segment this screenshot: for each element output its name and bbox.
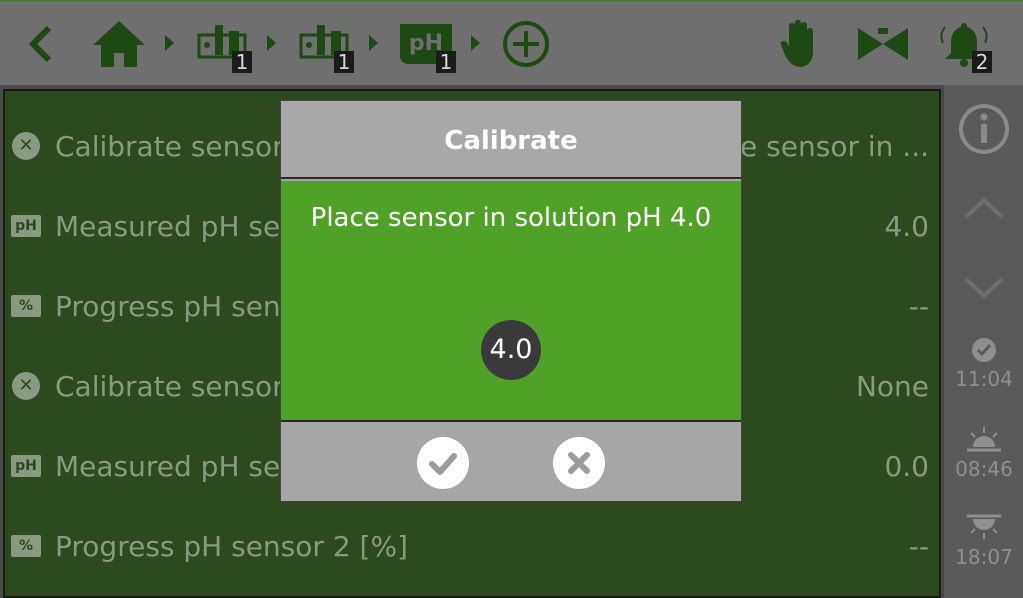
row-label: Calibrate sensor [55,369,284,403]
back-button[interactable] [18,1,62,86]
x-circle-icon-glyph: ✕ [12,132,40,160]
confirm-button[interactable] [417,437,469,489]
home-button[interactable] [88,1,150,86]
list-item[interactable]: % Progress pH sensor 2 [%] -- [5,506,939,586]
row-value: -- [908,529,929,563]
row-label: Calibrate sensor [55,129,284,163]
badge-count: 1 [334,51,354,73]
clock-time-item: 11:04 [944,337,1023,391]
dialog-message: Place sensor in solution pH 4.0 [310,203,712,233]
x-circle-icon: ✕ [11,131,41,161]
dialog-body: Place sensor in solution pH 4.0 4.0 [281,181,741,422]
ph-icon-glyph: pH [11,455,41,477]
percent-icon: % [11,531,41,561]
scroll-down-button[interactable] [944,275,1023,301]
row-value: -- [908,289,929,323]
row-value: 0.0 [884,449,929,483]
breadcrumb-separator-icon [267,35,276,51]
x-circle-icon: ✕ [11,371,41,401]
valve-button[interactable] [855,1,911,86]
breadcrumb-separator-icon [369,35,378,51]
calibrate-dialog: Calibrate Place sensor in solution pH 4.… [281,101,741,501]
info-button[interactable] [944,103,1023,155]
percent-icon-glyph: % [11,535,41,557]
ph-icon: pH [11,451,41,481]
breadcrumb-separator-icon [165,35,174,51]
row-label: Progress pH sensor 2 [%] [55,529,408,563]
percent-icon-glyph: % [11,295,41,317]
current-time: 11:04 [955,367,1013,391]
sunrise-icon [967,427,1001,452]
breadcrumb-separator-icon [471,35,480,51]
info-icon [959,104,1009,154]
sunset-icon [967,514,1001,539]
row-label: Measured pH se [55,209,281,243]
check-icon [429,453,457,475]
chevron-down-icon [964,277,1004,299]
check-clock-icon [972,338,996,362]
row-value: 4.0 [884,209,929,243]
breadcrumb-ph-sensor[interactable]: pH 1 [396,1,456,86]
home-icon [93,20,145,67]
manual-mode-button[interactable] [776,1,828,86]
calibration-value-button[interactable]: 4.0 [481,320,541,380]
hand-icon [780,19,813,67]
alarm-button[interactable]: 2 [934,1,994,86]
right-sidebar: 11:04 08:46 18:07 [943,85,1023,598]
dialog-footer [281,424,741,501]
row-value: None [855,369,929,403]
sunset-time: 18:07 [955,545,1013,569]
row-value: e sensor in ... [740,129,929,163]
badge-count: 1 [232,51,252,73]
close-icon [568,452,590,474]
cancel-button[interactable] [553,437,605,489]
valve-icon [858,27,908,60]
crosshair-icon [503,20,549,67]
sunrise-time: 08:46 [955,457,1013,481]
ph-icon: pH [11,211,41,241]
dialog-title: Calibrate [281,101,741,179]
chevron-up-icon [964,197,1004,219]
row-label: Measured pH se [55,449,281,483]
alarm-count-badge: 2 [972,51,992,73]
breadcrumb-controller-1[interactable]: 1 [192,1,252,86]
percent-icon: % [11,291,41,321]
sunrise-time-item: 08:46 [944,425,1023,481]
scroll-up-button[interactable] [944,195,1023,221]
ph-icon-glyph: pH [11,215,41,237]
x-circle-icon-glyph: ✕ [12,372,40,400]
sunset-time-item: 18:07 [944,513,1023,569]
top-bar: 1 1 pH 1 2 [0,0,1023,85]
row-label: Progress pH sen [55,289,281,323]
badge-count: 1 [436,51,456,73]
breadcrumb-controller-2[interactable]: 1 [294,1,354,86]
app-window: 1 1 pH 1 2 ✕ Calibrate sensor e sensor i… [0,0,1023,598]
target-button[interactable] [498,1,554,86]
back-arrow-icon [28,25,52,62]
